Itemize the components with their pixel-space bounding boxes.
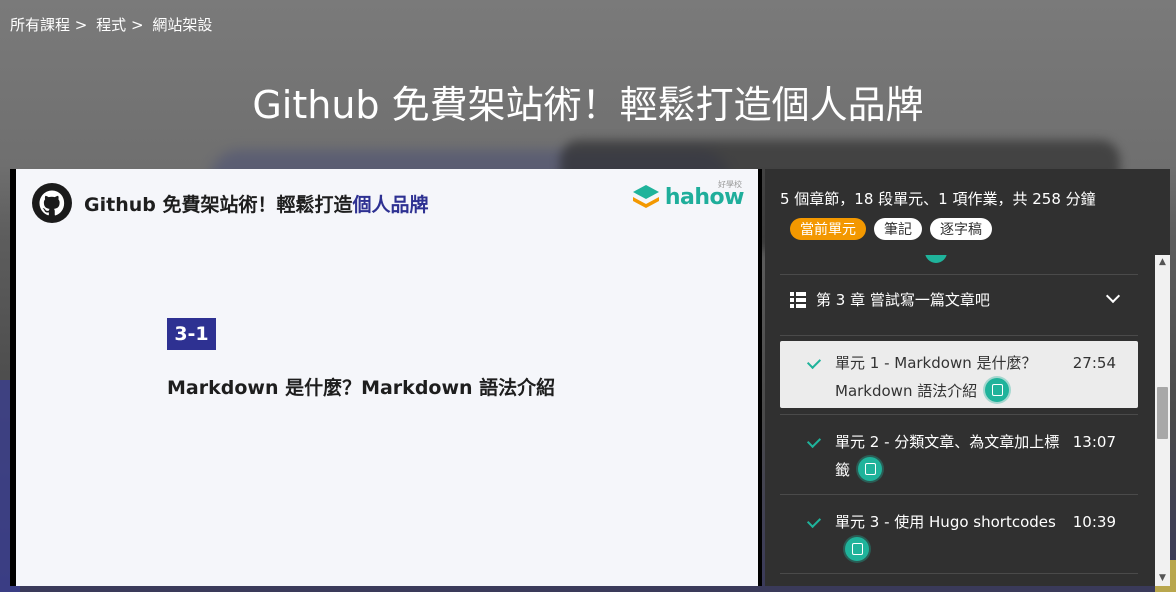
page-title: Github 免費架站術！輕鬆打造個人品牌 (252, 83, 924, 127)
check-icon (806, 433, 822, 449)
hahow-logo: hahow 好學校 (631, 180, 745, 211)
check-icon (806, 354, 822, 370)
list-icon (790, 292, 806, 308)
unit-duration: 27:54 (1072, 354, 1116, 372)
breadcrumb: 所有課程 > 程式 > 網站架設 (10, 14, 212, 35)
chapter-header[interactable]: 第 3 章 嘗試寫一篇文章吧 (780, 274, 1138, 324)
sidebar-scrollbar[interactable]: ▲ ▼ (1155, 255, 1170, 586)
unit-list: 第 3 章 嘗試寫一篇文章吧 單元 1 - Markdown 是什麼？ Mark… (765, 255, 1155, 586)
unit-title: 單元 1 - Markdown 是什麼？ Markdown 語法介紹 (835, 354, 1037, 402)
tab-current-unit[interactable]: 當前單元 (790, 218, 866, 240)
divider (780, 335, 1138, 336)
breadcrumb-all-courses[interactable]: 所有課程 (10, 16, 70, 34)
slide-title: Github 免費架站術！輕鬆打造個人品牌 (84, 190, 428, 217)
lesson-slide: Github 免費架站術！輕鬆打造個人品牌 hahow 好學校 3-1 Mark… (16, 169, 758, 586)
unit-item[interactable]: 單元 2 - 分類文章、為文章加上標籤 13:07 (780, 420, 1138, 487)
slide-title-highlight: 個人品牌 (352, 193, 429, 216)
hahow-brand-sub: 好學校 (718, 180, 742, 189)
lesson-title: Markdown 是什麼？Markdown 語法介紹 (167, 377, 556, 399)
lesson-number-badge: 3-1 (167, 318, 216, 350)
note-icon[interactable] (925, 255, 947, 263)
scroll-down-icon[interactable]: ▼ (1155, 571, 1170, 586)
breadcrumb-programming[interactable]: 程式 (96, 16, 126, 34)
chapter-title: 第 3 章 嘗試寫一篇文章吧 (816, 290, 990, 309)
scroll-thumb[interactable] (1157, 387, 1168, 439)
divider (780, 494, 1138, 495)
divider (780, 573, 1138, 574)
note-icon[interactable] (985, 377, 1010, 402)
tab-transcript[interactable]: 逐字稿 (930, 218, 992, 240)
breadcrumb-separator: > (74, 16, 88, 34)
course-summary: 5 個章節，18 段單元、1 項作業，共 258 分鐘 (780, 190, 1096, 208)
scroll-up-icon[interactable]: ▲ (1155, 255, 1170, 270)
video-player[interactable]: Github 免費架站術！輕鬆打造個人品牌 hahow 好學校 3-1 Mark… (10, 169, 762, 586)
breadcrumb-separator: > (130, 16, 144, 34)
sidebar-tabs: 當前單元 筆記 逐字稿 (790, 218, 992, 240)
unit-item[interactable]: 單元 3 - 使用 Hugo shortcodes 10:39 (780, 500, 1138, 567)
hahow-logo-icon (632, 185, 659, 208)
sidebar-header: 5 個章節，18 段單元、1 項作業，共 258 分鐘 當前單元 筆記 逐字稿 (765, 169, 1170, 255)
divider (780, 414, 1138, 415)
unit-duration: 13:07 (1072, 433, 1116, 451)
unit-title: 單元 2 - 分類文章、為文章加上標籤 (835, 433, 1060, 481)
tab-notes[interactable]: 筆記 (874, 218, 922, 240)
slide-title-prefix: Github 免費架站術！輕鬆打造 (84, 193, 353, 216)
note-icon[interactable] (845, 536, 869, 561)
unit-duration: 10:39 (1072, 513, 1116, 531)
breadcrumb-website[interactable]: 網站架設 (152, 16, 212, 34)
unit-title: 單元 3 - 使用 Hugo shortcodes (835, 508, 1065, 564)
note-icon[interactable] (858, 456, 883, 481)
slide-header: Github 免費架站術！輕鬆打造個人品牌 (32, 183, 428, 223)
chevron-down-icon[interactable] (1105, 288, 1121, 304)
course-sidebar: 5 個章節，18 段單元、1 項作業，共 258 分鐘 當前單元 筆記 逐字稿 … (765, 169, 1170, 586)
check-icon (806, 513, 822, 529)
github-icon (32, 183, 72, 223)
unit-item[interactable]: 單元 1 - Markdown 是什麼？ Markdown 語法介紹 27:54 (780, 341, 1138, 408)
